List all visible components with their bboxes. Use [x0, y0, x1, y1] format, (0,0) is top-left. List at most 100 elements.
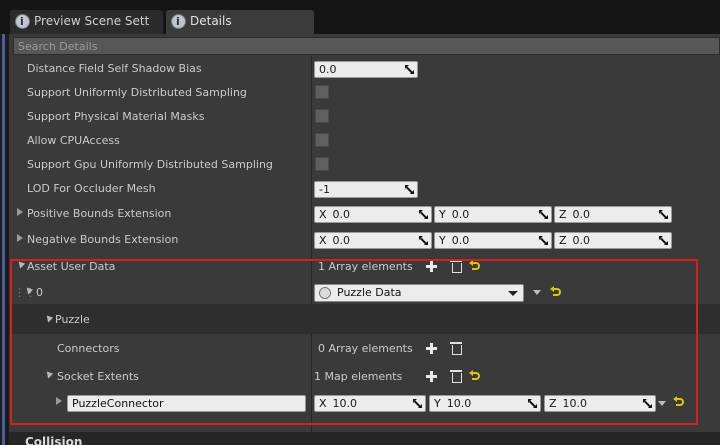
tab-bar: Preview Scene Sett Details — [0, 0, 720, 34]
field-value: 0.0 — [572, 208, 591, 221]
drag-handle-icon[interactable] — [539, 236, 548, 245]
property-label: Support Physical Material Masks — [27, 110, 205, 123]
panel-accent-stripe — [2, 34, 5, 445]
negative-bounds-x-input[interactable]: X 0.0 — [314, 232, 432, 249]
drag-handle-icon[interactable] — [539, 210, 548, 219]
property-label: LOD For Occluder Mesh — [27, 182, 156, 195]
delete-icon[interactable] — [450, 370, 462, 383]
socket-extent-x-input[interactable]: X 10.0 — [314, 395, 426, 412]
info-icon — [15, 11, 30, 33]
tab-details[interactable]: Details — [166, 10, 314, 34]
field-value: 0.0 — [319, 63, 337, 76]
distance-field-bias-input[interactable]: 0.0 — [314, 61, 418, 78]
drag-handle-icon[interactable] — [659, 210, 668, 219]
key-value: PuzzleConnector — [72, 397, 164, 410]
map-key-input[interactable]: PuzzleConnector — [67, 395, 306, 412]
axis-label: Z — [549, 397, 557, 410]
axis-label: Y — [439, 208, 446, 221]
property-label: Distance Field Self Shadow Bias — [27, 62, 202, 75]
property-label: Negative Bounds Extension — [27, 233, 179, 246]
expand-arrow-icon[interactable] — [17, 234, 23, 242]
gpu-sampling-checkbox[interactable] — [315, 157, 329, 171]
property-label: Connectors — [57, 342, 120, 355]
add-element-icon[interactable] — [426, 371, 437, 382]
socket-extent-z-input[interactable]: Z 10.0 — [544, 395, 656, 412]
field-value: 10.0 — [332, 397, 358, 410]
expand-arrow-icon[interactable] — [56, 397, 62, 405]
negative-bounds-y-input[interactable]: Y 0.0 — [434, 232, 552, 249]
drag-handle-icon[interactable] — [659, 236, 668, 245]
collapse-arrow-icon[interactable] — [15, 259, 26, 269]
property-label: Support Gpu Uniformly Distributed Sampli… — [27, 158, 273, 171]
cpu-access-checkbox[interactable] — [315, 133, 329, 147]
drag-handle-icon[interactable] — [643, 399, 652, 408]
delete-icon[interactable] — [450, 260, 462, 273]
axis-label: Y — [439, 234, 446, 247]
positive-bounds-y-input[interactable]: Y 0.0 — [434, 206, 552, 223]
drag-handle-icon[interactable] — [405, 185, 414, 194]
details-panel: Distance Field Self Shadow Bias 0.0 Supp… — [9, 34, 720, 445]
axis-label: Y — [434, 397, 441, 410]
drag-handle-icon[interactable] — [528, 399, 537, 408]
axis-label: X — [319, 234, 327, 247]
reset-to-default-icon[interactable] — [550, 286, 561, 296]
axis-label: X — [319, 397, 327, 410]
options-dropdown-icon[interactable] — [533, 290, 541, 295]
collision-category[interactable]: Collision — [9, 432, 720, 445]
drag-handle-icon[interactable] — [419, 210, 428, 219]
axis-label: X — [319, 208, 327, 221]
map-count: 1 Map elements — [314, 370, 403, 383]
property-label: Positive Bounds Extension — [27, 207, 172, 220]
field-value: 0.0 — [451, 208, 470, 221]
drag-handle-icon[interactable] — [405, 65, 414, 74]
options-dropdown-icon[interactable] — [658, 401, 666, 406]
reset-to-default-icon[interactable] — [673, 396, 684, 406]
lod-occluder-input[interactable]: -1 — [314, 181, 418, 198]
field-value: 10.0 — [562, 397, 588, 410]
field-value: -1 — [319, 183, 330, 196]
element-index: 0 — [36, 286, 43, 299]
collapse-arrow-icon[interactable] — [43, 369, 54, 379]
reset-to-default-icon[interactable] — [469, 260, 480, 270]
puzzle-category[interactable]: Puzzle — [9, 304, 720, 334]
axis-label: Z — [559, 234, 567, 247]
column-divider[interactable] — [311, 56, 312, 445]
tab-label: Preview Scene Sett — [34, 14, 150, 28]
puzzle-data-combo[interactable]: Puzzle Data — [314, 284, 524, 302]
property-label: Socket Extents — [57, 370, 139, 383]
tab-label: Details — [190, 14, 232, 28]
property-label: Support Uniformly Distributed Sampling — [27, 86, 247, 99]
tab-preview-scene-settings[interactable]: Preview Scene Sett — [10, 10, 163, 34]
array-count: 0 Array elements — [318, 342, 413, 355]
object-icon — [319, 287, 331, 299]
negative-bounds-z-input[interactable]: Z 0.0 — [554, 232, 672, 249]
field-value: 0.0 — [572, 234, 591, 247]
expand-arrow-icon[interactable] — [17, 208, 23, 216]
property-label: Asset User Data — [27, 260, 116, 273]
field-value: 0.0 — [332, 234, 351, 247]
axis-label: Z — [559, 208, 567, 221]
drag-handle-icon[interactable] — [413, 399, 422, 408]
uniform-sampling-checkbox[interactable] — [315, 85, 329, 99]
left-edge — [0, 0, 9, 445]
delete-icon[interactable] — [450, 342, 462, 355]
physical-material-masks-checkbox[interactable] — [315, 109, 329, 123]
search-bar[interactable] — [13, 37, 720, 55]
positive-bounds-z-input[interactable]: Z 0.0 — [554, 206, 672, 223]
search-input[interactable] — [14, 38, 719, 54]
combo-value: Puzzle Data — [337, 286, 402, 299]
add-element-icon[interactable] — [426, 343, 437, 354]
property-label: Allow CPUAccess — [27, 134, 120, 147]
add-element-icon[interactable] — [426, 261, 437, 272]
positive-bounds-x-input[interactable]: X 0.0 — [314, 206, 432, 223]
category-label: Puzzle — [55, 313, 90, 326]
drag-handle-icon[interactable] — [419, 236, 428, 245]
array-count: 1 Array elements — [318, 260, 413, 273]
socket-extent-y-input[interactable]: Y 10.0 — [429, 395, 541, 412]
info-icon — [171, 11, 186, 33]
reset-to-default-icon[interactable] — [469, 370, 480, 380]
collapse-arrow-icon[interactable] — [43, 313, 54, 323]
field-value: 10.0 — [446, 397, 472, 410]
chevron-down-icon — [508, 291, 518, 296]
category-label: Collision — [25, 435, 83, 445]
